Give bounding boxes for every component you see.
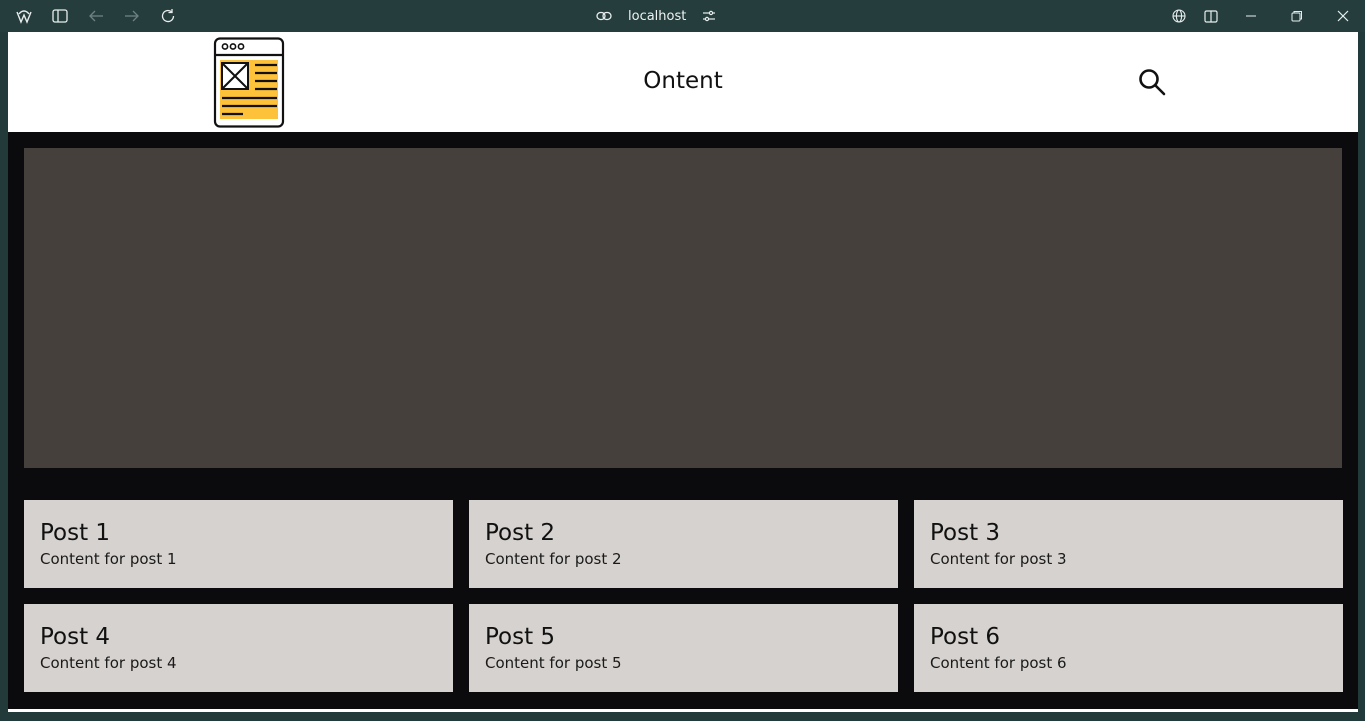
post-title: Post 6 bbox=[930, 624, 1001, 650]
link-icon bbox=[596, 11, 612, 21]
address-text[interactable]: localhost bbox=[628, 9, 686, 24]
site-header: Ontent bbox=[8, 32, 1358, 132]
site-settings-icon[interactable] bbox=[702, 10, 716, 22]
back-arrow-icon[interactable] bbox=[87, 7, 105, 25]
page-bottom-edge bbox=[8, 709, 1358, 712]
close-icon[interactable] bbox=[1334, 7, 1352, 25]
split-view-icon[interactable] bbox=[1202, 7, 1220, 25]
posts-grid: Post 1 Content for post 1 Post 2 Content… bbox=[24, 500, 1343, 692]
forward-arrow-icon[interactable] bbox=[123, 7, 141, 25]
post-title: Post 1 bbox=[40, 520, 111, 546]
app-logo-icon[interactable] bbox=[15, 7, 33, 25]
post-title: Post 2 bbox=[485, 520, 556, 546]
browser-toolbar: localhost bbox=[0, 0, 1365, 32]
minimize-icon[interactable] bbox=[1242, 7, 1260, 25]
post-card[interactable]: Post 6 Content for post 6 bbox=[914, 604, 1343, 692]
post-title: Post 5 bbox=[485, 624, 556, 650]
post-title: Post 3 bbox=[930, 520, 1001, 546]
post-card[interactable]: Post 3 Content for post 3 bbox=[914, 500, 1343, 588]
reload-icon[interactable] bbox=[159, 7, 177, 25]
sidebar-toggle-icon[interactable] bbox=[51, 7, 69, 25]
search-icon[interactable] bbox=[1138, 68, 1166, 100]
address-bar[interactable]: localhost bbox=[596, 0, 716, 32]
post-card[interactable]: Post 2 Content for post 2 bbox=[469, 500, 898, 588]
post-content: Content for post 3 bbox=[930, 550, 1067, 568]
globe-icon[interactable] bbox=[1170, 7, 1188, 25]
post-card[interactable]: Post 5 Content for post 5 bbox=[469, 604, 898, 692]
post-content: Content for post 6 bbox=[930, 654, 1067, 672]
restore-icon[interactable] bbox=[1288, 7, 1306, 25]
page-viewport: Ontent Post 1 Content for post 1 Post 2 … bbox=[8, 32, 1358, 709]
post-content: Content for post 4 bbox=[40, 654, 177, 672]
post-card[interactable]: Post 1 Content for post 1 bbox=[24, 500, 453, 588]
post-content: Content for post 5 bbox=[485, 654, 622, 672]
post-content: Content for post 1 bbox=[40, 550, 177, 568]
post-title: Post 4 bbox=[40, 624, 111, 650]
post-card[interactable]: Post 4 Content for post 4 bbox=[24, 604, 453, 692]
post-content: Content for post 2 bbox=[485, 550, 622, 568]
hero-banner bbox=[24, 148, 1342, 468]
